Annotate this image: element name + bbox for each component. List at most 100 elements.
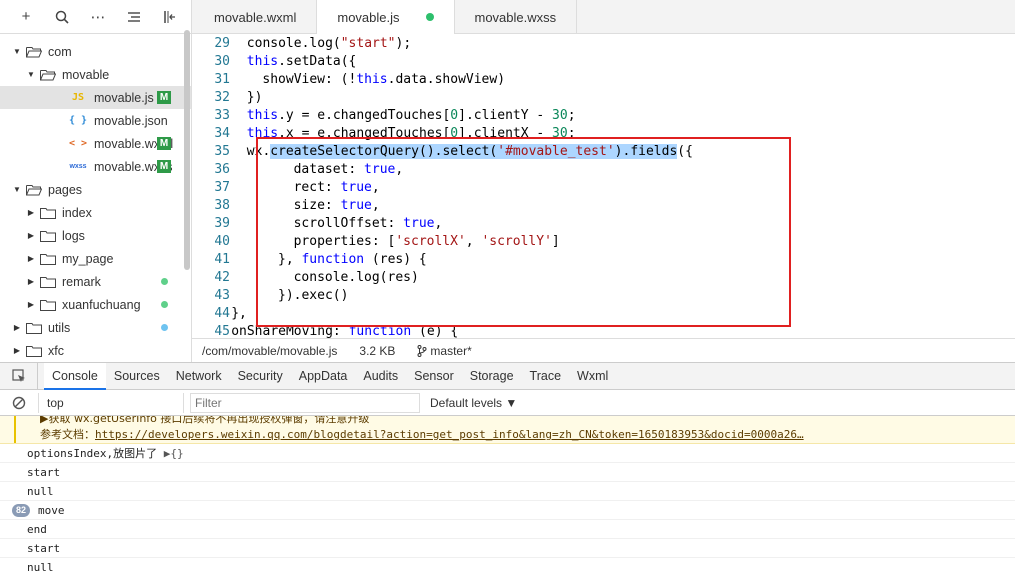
caret-down-icon[interactable]: ▼ bbox=[26, 70, 36, 79]
caret-down-icon[interactable]: ▼ bbox=[12, 47, 22, 56]
devtools-tabs: Console Sources Network Security AppData Audi… bbox=[0, 362, 1015, 390]
folder-icon bbox=[26, 322, 48, 334]
collapse-sidebar-icon[interactable] bbox=[152, 0, 188, 34]
code-text: console.log("start"); bbox=[246, 36, 412, 51]
code-text: this.setData({ bbox=[246, 54, 357, 69]
devtools-tab-sensor[interactable]: Sensor bbox=[406, 363, 462, 390]
editor-tab-movable-js[interactable]: movable.js bbox=[317, 0, 455, 34]
tree-item-movable-json[interactable]: { } movable.json bbox=[0, 109, 191, 132]
code-text: dataset: true, bbox=[293, 162, 404, 177]
console-log-entry: start bbox=[0, 463, 1015, 482]
line-number: 42 bbox=[214, 270, 230, 285]
tree-item-label: com bbox=[48, 44, 72, 59]
console-warning: ▶获取 wx.getUserInfo 接口后续将不再出现授权弹窗，请注意升级 参… bbox=[0, 416, 1015, 444]
tree-item-pages[interactable]: ▼ pages bbox=[0, 178, 191, 201]
code-line: 38 size: true, bbox=[192, 197, 1015, 215]
tree-item-index[interactable]: ▶ index bbox=[0, 201, 191, 224]
console-toolbar: top Default levels ▼ bbox=[0, 390, 1015, 416]
file-explorer: + ⋯ ▼ com ▼ movable JS movable.js M { } movable.… bbox=[0, 0, 192, 362]
log-text: start bbox=[27, 542, 61, 555]
modified-badge: M bbox=[157, 137, 171, 150]
tree-item-my-page[interactable]: ▶ my_page bbox=[0, 247, 191, 270]
devtools-tab-storage[interactable]: Storage bbox=[462, 363, 522, 390]
devtools-tab-appdata[interactable]: AppData bbox=[291, 363, 356, 390]
caret-right-icon[interactable]: ▶ bbox=[12, 323, 22, 332]
console-output: ▶获取 wx.getUserInfo 接口后续将不再出现授权弹窗，请注意升级 参… bbox=[0, 416, 1015, 576]
tree-item-label: movable.json bbox=[94, 113, 168, 128]
code-area[interactable]: 29 console.log("start"); 30 this.setData({3… bbox=[192, 34, 1015, 338]
devtools-tab-console[interactable]: Console bbox=[44, 362, 106, 390]
tree-item-com[interactable]: ▼ com bbox=[0, 40, 191, 63]
code-text: onShareMoving: function (e) { bbox=[231, 324, 459, 338]
inspect-element-icon[interactable] bbox=[0, 362, 38, 390]
tab-label: movable.wxml bbox=[214, 9, 297, 25]
filter-input[interactable] bbox=[190, 392, 420, 413]
file-tree: ▼ com ▼ movable JS movable.js M { } movable.json… bbox=[0, 34, 191, 362]
tree-item-movable-js[interactable]: JS movable.js M bbox=[0, 86, 191, 109]
console-log-list: optionsIndex,放图片了 ▶{} start null 82 move end s… bbox=[0, 444, 1015, 576]
code-line: 32}) bbox=[192, 89, 1015, 107]
devtools-tab-sources[interactable]: Sources bbox=[106, 363, 168, 390]
line-number: 44 bbox=[214, 306, 230, 321]
devtools-tab-network[interactable]: Network bbox=[168, 363, 230, 390]
tree-item-label: utils bbox=[48, 320, 71, 335]
search-icon[interactable] bbox=[44, 0, 80, 34]
caret-right-icon[interactable]: ▶ bbox=[26, 231, 36, 240]
caret-right-icon[interactable]: ▶ bbox=[26, 300, 36, 309]
tree-item-movable[interactable]: ▼ movable bbox=[0, 63, 191, 86]
tree-item-utils[interactable]: ▶ utils bbox=[0, 316, 191, 339]
tree-item-label: xfc bbox=[48, 343, 64, 358]
tree-item-label: movable.js bbox=[94, 90, 154, 105]
tree-item-xfc[interactable]: ▶ xfc bbox=[0, 339, 191, 362]
code-text: }, bbox=[231, 306, 247, 321]
tree-item-movable-wxss[interactable]: wxss movable.wxss M bbox=[0, 155, 191, 178]
caret-right-icon[interactable]: ▶ bbox=[26, 277, 36, 286]
devtools-tab-trace[interactable]: Trace bbox=[522, 363, 570, 390]
log-levels-dropdown[interactable]: Default levels ▼ bbox=[430, 396, 517, 410]
tree-item-remark[interactable]: ▶ remark bbox=[0, 270, 191, 293]
console-log-entry: 82 move bbox=[0, 501, 1015, 520]
caret-down-icon[interactable]: ▼ bbox=[12, 185, 22, 194]
devtools-tab-audits[interactable]: Audits bbox=[355, 363, 406, 390]
code-line: 30 this.setData({ bbox=[192, 53, 1015, 71]
git-branch[interactable]: master* bbox=[417, 344, 493, 358]
devtools-panel: Console Sources Network Security AppData Audi… bbox=[0, 362, 1015, 576]
context-select[interactable]: top bbox=[38, 392, 184, 413]
caret-right-icon[interactable]: ▶ bbox=[12, 346, 22, 355]
editor-tab-movable-wxss[interactable]: movable.wxss bbox=[455, 0, 578, 34]
warning-doc-link[interactable]: https://developers.weixin.qq.com/blogdet… bbox=[95, 428, 804, 441]
devtools-tab-wxml[interactable]: Wxml bbox=[569, 363, 616, 390]
js-file-icon: JS bbox=[71, 92, 85, 103]
code-line: 41 }, function (res) { bbox=[192, 251, 1015, 269]
editor-tab-movable-wxml[interactable]: movable.wxml bbox=[192, 0, 318, 34]
folder-open-icon bbox=[26, 46, 48, 58]
add-icon[interactable]: + bbox=[8, 0, 44, 34]
code-line: 34 this.x = e.changedTouches[0].clientX -… bbox=[192, 125, 1015, 143]
status-dot bbox=[161, 278, 168, 285]
caret-right-icon[interactable]: ▶ bbox=[26, 208, 36, 217]
sidebar-scrollbar[interactable] bbox=[184, 30, 190, 270]
code-text: }) bbox=[246, 90, 263, 105]
file-size: 3.2 KB bbox=[359, 343, 396, 358]
tree-item-logs[interactable]: ▶ logs bbox=[0, 224, 191, 247]
code-text: rect: true, bbox=[293, 180, 380, 195]
folder-open-icon bbox=[26, 184, 48, 196]
line-number: 36 bbox=[214, 162, 230, 177]
wxml-file-icon: < > bbox=[68, 138, 88, 149]
line-number: 41 bbox=[214, 252, 230, 267]
devtools-tab-security[interactable]: Security bbox=[230, 363, 291, 390]
clear-console-icon[interactable] bbox=[0, 396, 38, 410]
tree-item-movable-wxml[interactable]: < > movable.wxml M bbox=[0, 132, 191, 155]
tree-item-xuanfuchuang[interactable]: ▶ xuanfuchuang bbox=[0, 293, 191, 316]
more-icon[interactable]: ⋯ bbox=[80, 0, 116, 34]
tree-item-label: movable bbox=[62, 67, 110, 82]
code-text: }).exec() bbox=[278, 288, 349, 303]
sort-icon[interactable] bbox=[116, 0, 152, 34]
code-text: }, function (res) { bbox=[278, 252, 427, 267]
console-log-entry: start bbox=[0, 539, 1015, 558]
code-line: 45 onShareMoving: function (e) { bbox=[192, 323, 1015, 338]
expandable-object[interactable]: ▶{} bbox=[164, 447, 184, 460]
caret-right-icon[interactable]: ▶ bbox=[26, 254, 36, 263]
log-text: start bbox=[27, 466, 61, 479]
console-log-entry: null bbox=[0, 482, 1015, 501]
